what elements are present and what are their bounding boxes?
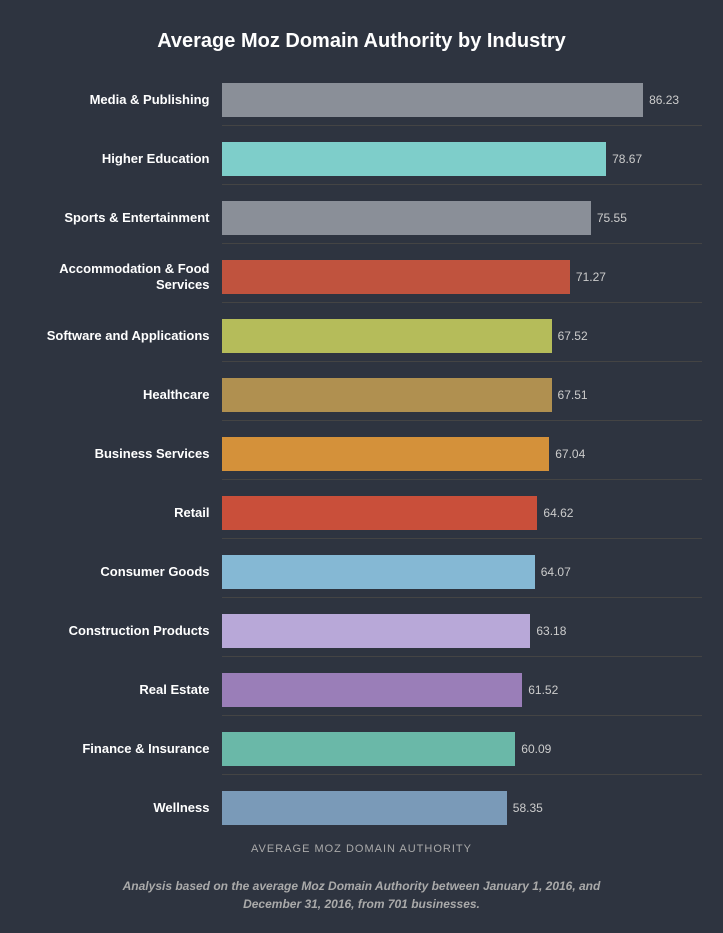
bar-label: Higher Education	[22, 151, 222, 167]
bar	[222, 614, 531, 648]
bar-row: Healthcare 67.51	[22, 376, 702, 414]
bar-value: 63.18	[536, 624, 566, 638]
bar-label: Sports & Entertainment	[22, 210, 222, 226]
bar-label: Construction Products	[22, 623, 222, 639]
bar-wrapper: 67.04	[222, 437, 702, 471]
bar-wrapper: 60.09	[222, 732, 702, 766]
bar-wrapper: 64.07	[222, 555, 702, 589]
separator	[222, 715, 702, 716]
bar-wrapper: 61.52	[222, 673, 702, 707]
bar	[222, 791, 507, 825]
bar-value: 78.67	[612, 152, 642, 166]
bar-wrapper: 78.67	[222, 142, 702, 176]
bar-row: Wellness 58.35	[22, 789, 702, 827]
separator	[222, 774, 702, 775]
x-axis-label: AVERAGE MOZ DOMAIN AUTHORITY	[251, 843, 472, 855]
bar-row: Software and Applications 67.52	[22, 317, 702, 355]
bar-label: Software and Applications	[22, 328, 222, 344]
bar-wrapper: 67.52	[222, 319, 702, 353]
bar-value: 86.23	[649, 93, 679, 107]
bar-row: Retail 64.62	[22, 494, 702, 532]
bar-row: Real Estate 61.52	[22, 671, 702, 709]
bar	[222, 201, 591, 235]
bar-value: 64.62	[543, 506, 573, 520]
footnote: Analysis based on the average Moz Domain…	[112, 877, 612, 913]
chart-title: Average Moz Domain Authority by Industry	[157, 30, 566, 53]
bar-value: 61.52	[528, 683, 558, 697]
bar-label: Wellness	[22, 800, 222, 816]
bar-label: Healthcare	[22, 387, 222, 403]
bar-row: Consumer Goods 64.07	[22, 553, 702, 591]
bar-row: Sports & Entertainment 75.55	[22, 199, 702, 237]
bar-value: 58.35	[513, 801, 543, 815]
bar-value: 67.04	[555, 447, 585, 461]
bar	[222, 496, 538, 530]
bar-row: Business Services 67.04	[22, 435, 702, 473]
bar-value: 67.52	[558, 329, 588, 343]
bar-label: Finance & Insurance	[22, 741, 222, 757]
bar-row: Higher Education 78.67	[22, 140, 702, 178]
bar	[222, 732, 516, 766]
bar-value: 64.07	[541, 565, 571, 579]
bar	[222, 260, 570, 294]
separator	[222, 125, 702, 126]
separator	[222, 361, 702, 362]
bar-label: Business Services	[22, 446, 222, 462]
bar-wrapper: 58.35	[222, 791, 702, 825]
bar-label: Retail	[22, 505, 222, 521]
bar	[222, 673, 523, 707]
bar-row: Finance & Insurance 60.09	[22, 730, 702, 768]
bar-value: 71.27	[576, 270, 606, 284]
bar-wrapper: 86.23	[222, 83, 702, 117]
bar-label: Accommodation & Food Services	[22, 261, 222, 292]
bar-wrapper: 67.51	[222, 378, 702, 412]
bar-value: 67.51	[558, 388, 588, 402]
bar	[222, 437, 550, 471]
separator	[222, 597, 702, 598]
chart-container: Media & Publishing 86.23 Higher Education 7…	[22, 81, 702, 833]
separator	[222, 302, 702, 303]
bar-wrapper: 63.18	[222, 614, 702, 648]
bar-row: Accommodation & Food Services 71.27	[22, 258, 702, 296]
separator	[222, 184, 702, 185]
bar	[222, 378, 552, 412]
bar	[222, 555, 535, 589]
separator	[222, 656, 702, 657]
bar-row: Construction Products 63.18	[22, 612, 702, 650]
bar-wrapper: 71.27	[222, 260, 702, 294]
bar	[222, 83, 644, 117]
bar-row: Media & Publishing 86.23	[22, 81, 702, 119]
bar-value: 60.09	[521, 742, 551, 756]
bar	[222, 319, 552, 353]
bar-wrapper: 64.62	[222, 496, 702, 530]
bar-label: Consumer Goods	[22, 564, 222, 580]
separator	[222, 538, 702, 539]
bar	[222, 142, 607, 176]
separator	[222, 243, 702, 244]
separator	[222, 420, 702, 421]
bar-value: 75.55	[597, 211, 627, 225]
bar-label: Media & Publishing	[22, 92, 222, 108]
bar-label: Real Estate	[22, 682, 222, 698]
separator	[222, 479, 702, 480]
bar-wrapper: 75.55	[222, 201, 702, 235]
